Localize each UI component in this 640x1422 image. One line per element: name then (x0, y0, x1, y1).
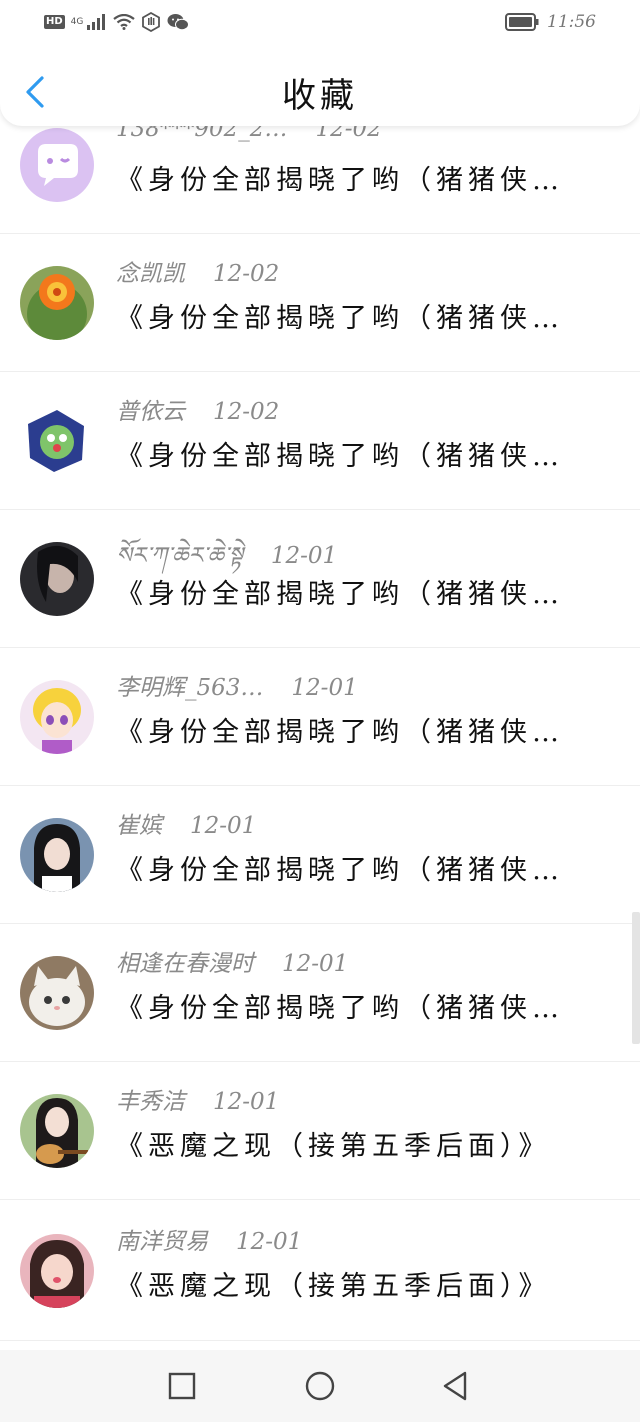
divider (0, 1340, 640, 1341)
cartoon-sticker-avatar (20, 404, 94, 478)
home-button[interactable] (304, 1370, 336, 1402)
divider (0, 647, 640, 648)
item-title: 《身份全部揭晓了哟（猪猪侠… (116, 855, 564, 886)
hand-icon (142, 12, 161, 32)
avatar[interactable] (20, 266, 94, 340)
divider (0, 1061, 640, 1062)
item-title: 《身份全部揭晓了哟（猪猪侠… (116, 579, 564, 610)
back-triangle-icon (443, 1371, 467, 1401)
girl-with-guitar-avatar (20, 1094, 94, 1168)
item-title: 《恶魔之现（接第五季后面）》 (116, 1271, 551, 1302)
hd-badge: HD (44, 15, 65, 29)
item-title: 《身份全部揭晓了哟（猪猪侠… (116, 993, 564, 1024)
recents-button[interactable] (166, 1370, 198, 1402)
divider (0, 371, 640, 372)
item-date: 12-01 (213, 1089, 280, 1115)
item-date: 12-01 (236, 1229, 303, 1255)
item-author: སོར་ཀ་ཆེར་ཆེ་སྟེ (116, 543, 243, 569)
network-type: 4G (70, 16, 84, 27)
nav-back-button[interactable] (440, 1370, 472, 1402)
dark-hair-girl-avatar (20, 542, 94, 616)
avatar[interactable] (20, 680, 94, 754)
recents-square-icon (168, 1372, 196, 1400)
item-author: 念凯凯 (116, 261, 185, 287)
divider (0, 923, 640, 924)
item-author: 丰秀洁 (116, 1089, 185, 1115)
item-title: 《恶魔之现（接第五季后面）》 (116, 1131, 551, 1162)
clock: 11:56 (547, 12, 596, 32)
page-title: 收藏 (282, 76, 358, 116)
divider (0, 233, 640, 234)
list-item[interactable]: 念凯凯 12-02 《身份全部揭晓了哟（猪猪侠… (0, 261, 640, 404)
item-date: 12-02 (213, 399, 280, 425)
list-item[interactable]: 138***902_2… 12-02 《身份全部揭晓了哟（猪猪侠… (0, 116, 640, 266)
item-author: 南洋贸易 (116, 1229, 208, 1255)
item-meta: 李明辉_563… 12-01 (116, 668, 358, 701)
item-meta: 崔嫔 12-01 (116, 806, 257, 839)
status-left: HD 4G (44, 10, 190, 34)
item-meta: 普依云 12-02 (116, 392, 280, 425)
avatar[interactable] (20, 542, 94, 616)
list-item[interactable]: 李明辉_563… 12-01 《身份全部揭晓了哟（猪猪侠… (0, 675, 640, 818)
avatar[interactable] (20, 1094, 94, 1168)
avatar[interactable] (20, 1234, 94, 1308)
item-title: 《身份全部揭晓了哟（猪猪侠… (116, 717, 564, 748)
item-title: 《身份全部揭晓了哟（猪猪侠… (116, 165, 564, 196)
status-right: 11:56 (505, 10, 596, 34)
app-header: 收藏 (0, 40, 640, 126)
status-bar: HD 4G 11:56 (0, 0, 640, 44)
list-item[interactable]: 普依云 12-02 《身份全部揭晓了哟（猪猪侠… (0, 399, 640, 542)
item-author: 普依云 (116, 399, 185, 425)
divider (0, 1199, 640, 1200)
system-nav-bar (0, 1350, 640, 1422)
list-item[interactable]: 丰秀洁 12-01 《恶魔之现（接第五季后面）》 (0, 1089, 640, 1232)
item-meta: 南洋贸易 12-01 (116, 1222, 303, 1255)
item-title: 《身份全部揭晓了哟（猪猪侠… (116, 441, 564, 472)
girl-selfie-avatar (20, 1234, 94, 1308)
list-item[interactable]: 崔嫔 12-01 《身份全部揭晓了哟（猪猪侠… (0, 813, 640, 956)
item-date: 12-01 (270, 543, 338, 569)
list-item[interactable]: 相逢在春漫时 12-01 《身份全部揭晓了哟（猪猪侠… (0, 951, 640, 1094)
divider (0, 785, 640, 786)
item-date: 12-01 (190, 813, 257, 839)
home-circle-icon (305, 1371, 335, 1401)
avatar[interactable] (20, 404, 94, 478)
avatar[interactable] (20, 818, 94, 892)
anime-blonde-girl-avatar (20, 680, 94, 754)
cactus-flower-avatar (20, 266, 94, 340)
list-item[interactable]: སོར་ཀ་ཆེར་ཆེ་སྟེ 12-01 《身份全部揭晓了哟（猪猪侠… (0, 542, 640, 680)
item-author: 相逢在春漫时 (116, 951, 254, 977)
item-meta: 丰秀洁 12-01 (116, 1082, 280, 1115)
item-title: 《身份全部揭晓了哟（猪猪侠… (116, 303, 564, 334)
wechat-icon (167, 14, 190, 31)
item-date: 12-01 (291, 675, 358, 701)
white-kitten-avatar (20, 956, 94, 1030)
item-meta: སོར་ཀ་ཆེར་ཆེ་སྟེ 12-01 (116, 530, 337, 569)
wifi-icon (113, 14, 136, 30)
item-date: 12-01 (282, 951, 349, 977)
avatar[interactable] (20, 128, 94, 202)
item-meta: 念凯凯 12-02 (116, 254, 280, 287)
item-author: 崔嫔 (116, 813, 162, 839)
item-meta: 相逢在春漫时 12-01 (116, 944, 349, 977)
scrollbar-thumb[interactable] (632, 912, 640, 1044)
item-date: 12-02 (213, 261, 280, 287)
girl-portrait-avatar (20, 818, 94, 892)
avatar[interactable] (20, 956, 94, 1030)
item-author: 李明辉_563… (116, 675, 264, 701)
purple-chat-bubble-avatar (20, 128, 94, 202)
signal-icon (87, 14, 106, 30)
battery-icon (505, 13, 539, 31)
divider (0, 509, 640, 510)
